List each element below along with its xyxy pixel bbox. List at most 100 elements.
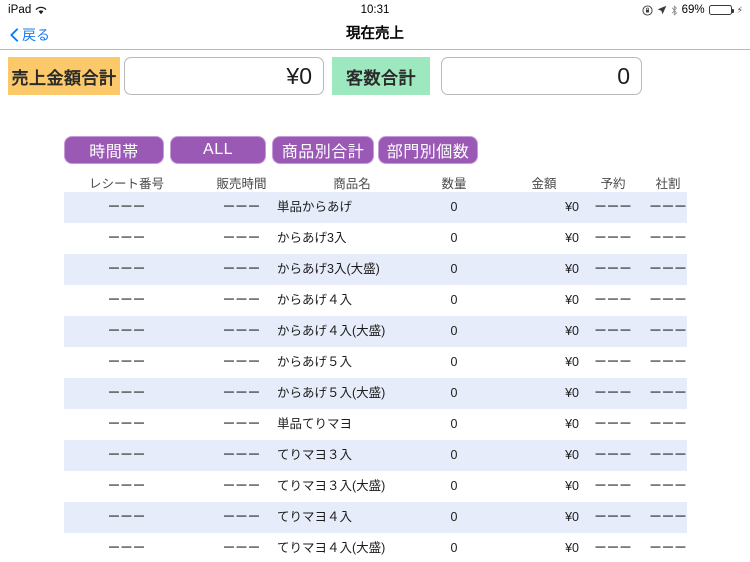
receipt-number-cell: ーーー [107,541,146,555]
quantity-cell: 0 [450,293,458,307]
sale-time-cell: ーーー [222,479,261,493]
rotation-lock-icon [642,4,653,16]
reservation-cell: ーーー [594,448,632,462]
status-bar-right: 69% ⚡ [642,4,743,16]
totals-bar: 売上金額合計 ¥0 客数合計 0 [0,57,750,95]
table-row[interactable]: ーーー ーーー からあげ3入 0 ¥0 ーーー ーーー [64,223,687,254]
battery-percent-label: 69% [681,4,705,16]
filter-tab-bar: 時間帯 ALL 商品別合計 部門別個数 [0,136,750,164]
reservation-cell: ーーー [594,262,632,276]
receipt-number-cell: ーーー [107,293,146,307]
tab-product-total[interactable]: 商品別合計 [272,136,374,164]
table-row[interactable]: ーーー ーーー 単品からあげ 0 ¥0 ーーー ーーー [64,192,687,223]
tab-department-count[interactable]: 部門別個数 [378,136,478,164]
sales-total-field[interactable]: ¥0 [124,57,324,95]
receipt-number-cell: ーーー [107,324,146,338]
quantity-cell: 0 [450,200,458,214]
guest-count-field[interactable]: 0 [441,57,642,95]
employee-discount-cell: ーーー [649,448,687,462]
sale-time-cell: ーーー [222,293,261,307]
quantity-cell: 0 [450,479,458,493]
status-bar-clock: 10:31 [360,4,390,16]
sale-time-cell: ーーー [222,541,261,555]
sales-total-label: 売上金額合計 [8,57,120,95]
amount-cell: ¥0 [565,262,579,276]
table-row[interactable]: ーーー ーーー てりマヨ４入(大盛) 0 ¥0 ーーー ーーー [64,533,687,562]
sale-time-cell: ーーー [222,324,261,338]
page-title: 現在売上 [346,26,404,42]
amount-cell: ¥0 [565,355,579,369]
reservation-cell: ーーー [594,417,632,431]
table-row[interactable]: ーーー ーーー からあげ４入 0 ¥0 ーーー ーーー [64,285,687,316]
amount-cell: ¥0 [565,510,579,524]
receipt-number-cell: ーーー [107,386,146,400]
reservation-cell: ーーー [594,355,632,369]
table-row[interactable]: ーーー ーーー からあげ４入(大盛) 0 ¥0 ーーー ーーー [64,316,687,347]
employee-discount-cell: ーーー [649,510,687,524]
reservation-cell: ーーー [594,324,632,338]
employee-discount-cell: ーーー [649,386,687,400]
quantity-cell: 0 [450,231,458,245]
table-row[interactable]: ーーー ーーー からあげ５入 0 ¥0 ーーー ーーー [64,347,687,378]
receipt-number-cell: ーーー [107,510,146,524]
status-bar: iPad 10:31 69% ⚡ [0,0,750,20]
reservation-cell: ーーー [594,293,632,307]
receipt-number-cell: ーーー [107,262,146,276]
receipt-number-cell: ーーー [107,479,146,493]
navigation-bar: 戻る 現在売上 [0,20,750,50]
receipt-number-cell: ーーー [107,355,146,369]
table-row[interactable]: ーーー ーーー てりマヨ３入(大盛) 0 ¥0 ーーー ーーー [64,471,687,502]
sales-table: レシート番号 販売時間 商品名 数量 金額 予約 社割 ーーー ーーー 単品からあげ… [64,170,687,562]
table-row[interactable]: ーーー ーーー てりマヨ３入 0 ¥0 ーーー ーーー [64,440,687,471]
quantity-cell: 0 [450,355,458,369]
tab-all[interactable]: ALL [170,136,266,164]
employee-discount-cell: ーーー [649,355,687,369]
amount-cell: ¥0 [565,293,579,307]
table-row[interactable]: ーーー ーーー からあげ3入(大盛) 0 ¥0 ーーー ーーー [64,254,687,285]
reservation-cell: ーーー [594,479,632,493]
employee-discount-cell: ーーー [649,262,687,276]
charging-bolt-icon: ⚡ [736,4,743,15]
column-header-time: 販売時間 [216,177,267,191]
quantity-cell: 0 [450,262,458,276]
table-header-row: レシート番号 販売時間 商品名 数量 金額 予約 社割 [64,170,687,192]
reservation-cell: ーーー [594,541,632,555]
location-arrow-icon [657,5,667,15]
reservation-cell: ーーー [594,200,632,214]
sale-time-cell: ーーー [222,262,261,276]
quantity-cell: 0 [450,510,458,524]
table-row[interactable]: ーーー ーーー からあげ５入(大盛) 0 ¥0 ーーー ーーー [64,378,687,409]
receipt-number-cell: ーーー [107,448,146,462]
amount-cell: ¥0 [565,386,579,400]
guest-count-label: 客数合計 [332,57,430,95]
amount-cell: ¥0 [565,200,579,214]
amount-cell: ¥0 [565,479,579,493]
sale-time-cell: ーーー [222,355,261,369]
table-row[interactable]: ーーー ーーー 単品てりマヨ 0 ¥0 ーーー ーーー [64,409,687,440]
sale-time-cell: ーーー [222,417,261,431]
amount-cell: ¥0 [565,231,579,245]
employee-discount-cell: ーーー [649,231,687,245]
quantity-cell: 0 [450,386,458,400]
employee-discount-cell: ーーー [649,541,687,555]
amount-cell: ¥0 [565,448,579,462]
sale-time-cell: ーーー [222,231,261,245]
column-header-reserve: 予約 [600,177,626,191]
employee-discount-cell: ーーー [649,293,687,307]
battery-icon [708,5,734,15]
table-body: ーーー ーーー 単品からあげ 0 ¥0 ーーー ーーー ーーー ーーー からあげ3入 0 ¥0 ーーーー… [64,192,687,562]
sale-time-cell: ーーー [222,448,261,462]
quantity-cell: 0 [450,417,458,431]
employee-discount-cell: ーーー [649,324,687,338]
reservation-cell: ーーー [594,386,632,400]
quantity-cell: 0 [450,448,458,462]
table-row[interactable]: ーーー ーーー てりマヨ４入 0 ¥0 ーーー ーーー [64,502,687,533]
amount-cell: ¥0 [565,324,579,338]
receipt-number-cell: ーーー [107,200,146,214]
employee-discount-cell: ーーー [649,479,687,493]
employee-discount-cell: ーーー [649,417,687,431]
reservation-cell: ーーー [594,510,632,524]
receipt-number-cell: ーーー [107,417,146,431]
employee-discount-cell: ーーー [649,200,687,214]
tab-time-period[interactable]: 時間帯 [64,136,164,164]
